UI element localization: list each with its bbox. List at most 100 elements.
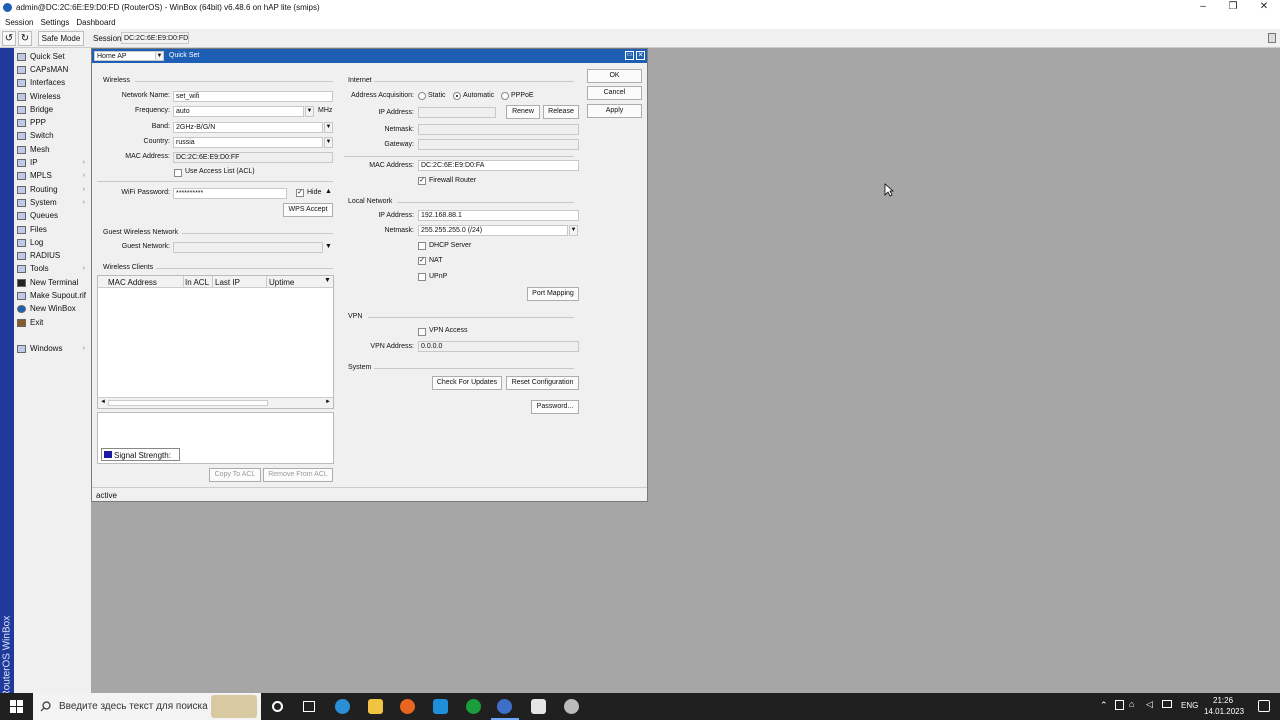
- radio-pppoe[interactable]: [501, 92, 509, 100]
- sidebar-item-wireless[interactable]: Wireless: [14, 90, 91, 103]
- check-for-updates-button[interactable]: Check For Updates: [432, 376, 502, 390]
- sidebar-item-log[interactable]: Log: [14, 236, 91, 249]
- netmask-dropdown-icon[interactable]: ▼: [569, 225, 578, 236]
- password-button[interactable]: Password...: [531, 400, 579, 414]
- wps-accept-button[interactable]: WPS Accept: [283, 203, 333, 217]
- sidebar-item-queues[interactable]: Queues: [14, 209, 91, 222]
- remote-desktop-icon[interactable]: [433, 699, 448, 714]
- nat-checkbox[interactable]: ✓: [418, 257, 426, 265]
- wan-mac-field[interactable]: DC:2C:6E:E9:D0:FA: [418, 160, 579, 171]
- sidebar-item-files[interactable]: Files: [14, 223, 91, 236]
- sidebar-item-mpls[interactable]: MPLS ›: [14, 169, 91, 182]
- tray-device-icon[interactable]: [1115, 700, 1124, 710]
- tray-chevron-up-icon[interactable]: ⌃: [1100, 700, 1108, 711]
- mode-select[interactable]: Home AP: [94, 51, 156, 61]
- edge-icon[interactable]: [335, 699, 350, 714]
- cortana-icon[interactable]: [272, 701, 283, 712]
- hide-password-checkbox[interactable]: ✓: [296, 189, 304, 197]
- horizontal-scrollbar[interactable]: ◄ ►: [98, 397, 333, 408]
- sidebar-item-ip[interactable]: IP ›: [14, 156, 91, 169]
- language-indicator[interactable]: ENG: [1181, 701, 1198, 710]
- windows-start-icon[interactable]: [10, 700, 23, 713]
- columns-dropdown-icon[interactable]: ▼: [324, 277, 331, 284]
- clock-time[interactable]: 21:26: [1213, 696, 1233, 705]
- guest-dropdown-icon[interactable]: ▼: [325, 243, 332, 250]
- sidebar-item-quick-set[interactable]: Quick Set: [14, 50, 91, 63]
- mode-dropdown-icon[interactable]: ▼: [155, 51, 164, 61]
- notifications-icon[interactable]: [1258, 700, 1270, 712]
- sidebar-item-routing[interactable]: Routing ›: [14, 183, 91, 196]
- close-button[interactable]: ✕: [1248, 0, 1280, 15]
- use-acl-checkbox[interactable]: [174, 169, 182, 177]
- frequency-field[interactable]: auto: [173, 106, 304, 117]
- column-last-ip[interactable]: Last IP: [215, 278, 240, 287]
- column-in-acl[interactable]: In ACL: [185, 278, 209, 287]
- sidebar-item-windows[interactable]: Windows ›: [14, 342, 91, 355]
- firefox-icon[interactable]: [400, 699, 415, 714]
- network-name-field[interactable]: set_wifi: [173, 91, 333, 102]
- menu-settings[interactable]: Settings: [40, 18, 69, 27]
- band-select[interactable]: 2GHz-B/G/N: [173, 122, 323, 133]
- safe-mode-button[interactable]: Safe Mode: [38, 31, 84, 46]
- ok-button[interactable]: OK: [587, 69, 642, 83]
- taskbar-search-box[interactable]: Введите здесь текст для поиска: [33, 693, 261, 720]
- remove-from-acl-button[interactable]: Remove From ACL: [263, 468, 333, 482]
- upnp-checkbox[interactable]: [418, 273, 426, 281]
- battery-icon[interactable]: [1162, 700, 1172, 708]
- sidebar-item-bridge[interactable]: Bridge: [14, 103, 91, 116]
- radio-static[interactable]: [418, 92, 426, 100]
- sidebar-item-tools[interactable]: Tools ›: [14, 262, 91, 275]
- lan-netmask-select[interactable]: 255.255.255.0 (/24): [418, 225, 568, 236]
- restore-icon[interactable]: ▭: [625, 51, 634, 60]
- apply-button[interactable]: Apply: [587, 104, 642, 118]
- xbox-icon[interactable]: [466, 699, 481, 714]
- app-window-icon[interactable]: [531, 699, 546, 714]
- dhcp-server-checkbox[interactable]: [418, 242, 426, 250]
- cancel-button[interactable]: Cancel: [587, 86, 642, 100]
- reset-configuration-button[interactable]: Reset Configuration: [506, 376, 579, 390]
- sidebar-item-switch[interactable]: Switch: [14, 129, 91, 142]
- frequency-dropdown-icon[interactable]: ▼: [305, 106, 314, 117]
- undo-button[interactable]: ↺: [2, 31, 16, 46]
- vpn-access-checkbox[interactable]: [418, 328, 426, 336]
- radio-automatic[interactable]: [453, 92, 461, 100]
- copy-to-acl-button[interactable]: Copy To ACL: [209, 468, 261, 482]
- sidebar-item-new-winbox[interactable]: New WinBox: [14, 302, 91, 315]
- wifi-password-field[interactable]: **********: [173, 188, 287, 199]
- toolbar-right-icon[interactable]: [1268, 33, 1276, 43]
- minimize-button[interactable]: –: [1187, 0, 1219, 15]
- column-uptime[interactable]: Uptime: [269, 278, 294, 287]
- session-field[interactable]: DC:2C:6E:E9:D0:FD: [121, 32, 189, 44]
- sidebar-item-radius[interactable]: RADIUS: [14, 249, 91, 262]
- sidebar-item-interfaces[interactable]: Interfaces: [14, 76, 91, 89]
- country-select[interactable]: russia: [173, 137, 323, 148]
- scroll-left-icon[interactable]: ◄: [100, 399, 106, 405]
- sidebar-item-capsman[interactable]: CAPsMAN: [14, 63, 91, 76]
- sidebar-item-ppp[interactable]: PPP: [14, 116, 91, 129]
- maximize-button[interactable]: ❐: [1217, 0, 1249, 15]
- sidebar-item-make-supout[interactable]: Make Supout.rif: [14, 289, 91, 302]
- column-mac-address[interactable]: MAC Address: [108, 278, 157, 287]
- volume-icon[interactable]: ◁: [1146, 699, 1153, 710]
- menu-dashboard[interactable]: Dashboard: [76, 18, 115, 27]
- sidebar-item-mesh[interactable]: Mesh: [14, 143, 91, 156]
- caret-up-icon[interactable]: ▲: [325, 188, 332, 195]
- lan-ip-field[interactable]: 192.168.88.1: [418, 210, 579, 221]
- close-icon[interactable]: ✕: [636, 51, 645, 60]
- scroll-right-icon[interactable]: ►: [325, 399, 331, 405]
- firewall-router-checkbox[interactable]: ✓: [418, 177, 426, 185]
- guest-network-select[interactable]: [173, 242, 323, 253]
- sidebar-item-new-terminal[interactable]: New Terminal: [14, 276, 91, 289]
- sidebar-item-system[interactable]: System ›: [14, 196, 91, 209]
- clock-date[interactable]: 14.01.2023: [1204, 707, 1244, 716]
- scrollbar-thumb[interactable]: [108, 400, 268, 406]
- task-view-icon[interactable]: [303, 701, 315, 712]
- menu-session[interactable]: Session: [5, 18, 33, 27]
- port-mapping-button[interactable]: Port Mapping: [527, 287, 579, 301]
- release-button[interactable]: Release: [543, 105, 579, 119]
- redo-button[interactable]: ↻: [18, 31, 32, 46]
- renew-button[interactable]: Renew: [506, 105, 540, 119]
- sidebar-item-exit[interactable]: Exit: [14, 316, 91, 329]
- winbox-taskbar-icon[interactable]: [497, 699, 512, 714]
- network-icon[interactable]: ⌂: [1129, 699, 1134, 709]
